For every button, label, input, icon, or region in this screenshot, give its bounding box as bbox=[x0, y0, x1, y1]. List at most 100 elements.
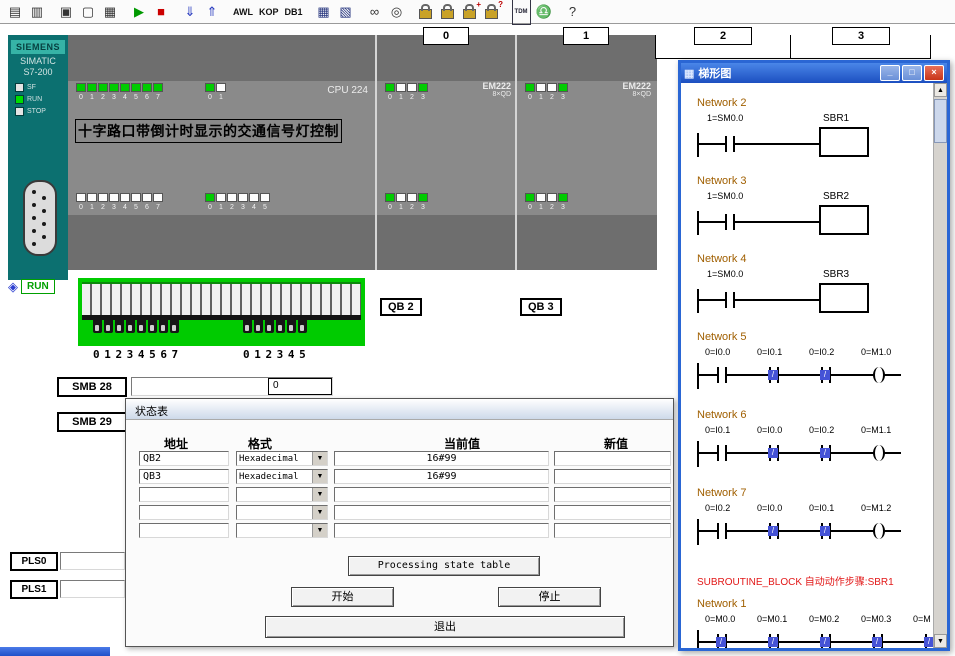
scrollbar-thumb[interactable] bbox=[934, 99, 947, 143]
toggle-switch[interactable] bbox=[276, 318, 285, 333]
new-value-field[interactable] bbox=[554, 487, 671, 502]
start-button[interactable]: 开始 bbox=[291, 587, 394, 607]
print-icon[interactable]: ▤ bbox=[4, 2, 26, 22]
dropdown-arrow-icon[interactable]: ▼ bbox=[312, 452, 327, 465]
pls1-field[interactable] bbox=[60, 580, 125, 598]
led-indicator bbox=[238, 193, 248, 202]
dropdown-arrow-icon[interactable]: ▼ bbox=[312, 470, 327, 483]
led-labels: 012345 bbox=[205, 204, 270, 211]
toggle-switch[interactable] bbox=[126, 318, 135, 333]
cpu-model-label: CPU 224 bbox=[327, 85, 368, 96]
toggle-switch[interactable] bbox=[137, 318, 146, 333]
current-value-field[interactable] bbox=[334, 487, 549, 502]
upload-icon[interactable]: ⇑ bbox=[201, 2, 223, 22]
close-button[interactable]: × bbox=[924, 65, 944, 81]
power-rail bbox=[697, 441, 699, 467]
address-field[interactable] bbox=[139, 505, 229, 520]
toggle-switch[interactable] bbox=[254, 318, 263, 333]
contact-symbol bbox=[717, 523, 727, 539]
operand-label: 0=I0.2 bbox=[809, 425, 835, 435]
trend-view-icon[interactable]: ▧ bbox=[335, 2, 357, 22]
dropdown-arrow-icon[interactable]: ▼ bbox=[312, 506, 327, 519]
run-icon[interactable]: ▶ bbox=[128, 2, 150, 22]
operand-label: 1=SM0.0 bbox=[707, 269, 744, 279]
scroll-down-button[interactable]: ▼ bbox=[934, 634, 947, 648]
chart-window-icon[interactable]: ▦ bbox=[99, 2, 121, 22]
current-value-field[interactable]: 16#99 bbox=[334, 469, 549, 484]
smb28-value[interactable]: 0 bbox=[268, 378, 332, 395]
toggle-switch[interactable] bbox=[104, 318, 113, 333]
em0-output-leds-top: 0123 bbox=[385, 83, 428, 101]
lock-help-icon[interactable]: ? bbox=[481, 0, 504, 22]
download-icon[interactable]: ⇓ bbox=[179, 2, 201, 22]
new-value-field[interactable] bbox=[554, 469, 671, 484]
lock-icon[interactable] bbox=[415, 2, 437, 22]
run-led bbox=[15, 95, 24, 104]
glasses-icon[interactable]: ∞ bbox=[364, 2, 386, 22]
ladder-network: 0=I0.0 0=I0.1 / 0=I0.2 / 0=M1.0 bbox=[695, 347, 933, 399]
pls0-field[interactable] bbox=[60, 552, 125, 570]
tdm-icon[interactable]: TDM bbox=[511, 0, 531, 25]
format-select[interactable]: Hexadecimal ▼ bbox=[236, 451, 328, 466]
current-value-field[interactable] bbox=[334, 523, 549, 538]
new-value-field[interactable] bbox=[554, 451, 671, 466]
toggle-switch[interactable] bbox=[93, 318, 102, 333]
lock-add-icon[interactable]: + bbox=[459, 0, 481, 22]
address-field[interactable]: QB2 bbox=[139, 451, 229, 466]
format-select[interactable]: ▼ bbox=[236, 505, 328, 520]
module-bottom-band bbox=[377, 215, 517, 270]
status-table-icon[interactable]: ▦ bbox=[313, 2, 335, 22]
operand-label: 1=SM0.0 bbox=[707, 113, 744, 123]
format-select[interactable]: ▼ bbox=[236, 523, 328, 538]
help-icon[interactable]: ? bbox=[562, 2, 584, 22]
exit-button[interactable]: 退出 bbox=[265, 616, 625, 638]
db1-view-button[interactable]: DB1 bbox=[282, 2, 306, 22]
toggle-switch[interactable] bbox=[170, 318, 179, 333]
export-icon[interactable]: ▥ bbox=[26, 2, 48, 22]
subroutine-comment: SUBROUTINE_BLOCK 自动动作步骤:SBR1 bbox=[697, 577, 894, 588]
kop-view-button[interactable]: KOP bbox=[256, 2, 282, 22]
switch-labels-1: 012345 bbox=[243, 348, 311, 361]
run-state-badge: RUN bbox=[21, 279, 55, 294]
connector-pin bbox=[32, 216, 36, 220]
dialog-title-bar[interactable]: 状态表 bbox=[126, 399, 673, 420]
dropdown-arrow-icon[interactable]: ▼ bbox=[312, 524, 327, 537]
process-state-table-button[interactable]: Processing state table bbox=[348, 556, 540, 576]
minimize-button[interactable]: _ bbox=[880, 65, 900, 81]
maximize-button[interactable]: □ bbox=[902, 65, 922, 81]
led-label: 5 bbox=[134, 94, 138, 101]
network-label: Network 5 bbox=[697, 331, 747, 343]
target-icon[interactable]: ◎ bbox=[386, 2, 408, 22]
dialog-title: 状态表 bbox=[135, 406, 168, 418]
stop-button[interactable]: 停止 bbox=[498, 587, 601, 607]
scale-icon[interactable]: ♎ bbox=[533, 2, 555, 22]
program-window-icon[interactable]: ▣ bbox=[55, 2, 77, 22]
address-field[interactable]: QB3 bbox=[139, 469, 229, 484]
data-window-icon[interactable]: ▢ bbox=[77, 2, 99, 22]
status-table-row: QB2 Hexadecimal ▼ 16#99 bbox=[126, 451, 673, 467]
toggle-switch[interactable] bbox=[159, 318, 168, 333]
toggle-switch[interactable] bbox=[298, 318, 307, 333]
address-field[interactable] bbox=[139, 487, 229, 502]
plc-status-leds: SF RUN STOP bbox=[8, 83, 68, 116]
stop-icon[interactable]: ■ bbox=[150, 2, 172, 22]
format-select[interactable]: ▼ bbox=[236, 487, 328, 502]
current-value-field[interactable]: 16#99 bbox=[334, 451, 549, 466]
toggle-switch[interactable] bbox=[115, 318, 124, 333]
lock-secondary-icon[interactable] bbox=[437, 2, 459, 22]
format-select[interactable]: Hexadecimal ▼ bbox=[236, 469, 328, 484]
lock-help-icon-overlay: ? bbox=[498, 0, 504, 9]
awl-view-button[interactable]: AWL bbox=[230, 2, 256, 22]
dropdown-arrow-icon[interactable]: ▼ bbox=[312, 488, 327, 501]
scroll-up-button[interactable]: ▲ bbox=[934, 83, 947, 97]
window-title-bar[interactable]: ▦ 梯形图 _ □ × bbox=[681, 63, 947, 83]
current-value-field[interactable] bbox=[334, 505, 549, 520]
toggle-switch[interactable] bbox=[148, 318, 157, 333]
toggle-switch[interactable] bbox=[265, 318, 274, 333]
address-field[interactable] bbox=[139, 523, 229, 538]
toggle-switch[interactable] bbox=[287, 318, 296, 333]
new-value-field[interactable] bbox=[554, 523, 671, 538]
toggle-switch[interactable] bbox=[243, 318, 252, 333]
new-value-field[interactable] bbox=[554, 505, 671, 520]
vertical-scrollbar[interactable]: ▲ ▼ bbox=[933, 83, 947, 648]
